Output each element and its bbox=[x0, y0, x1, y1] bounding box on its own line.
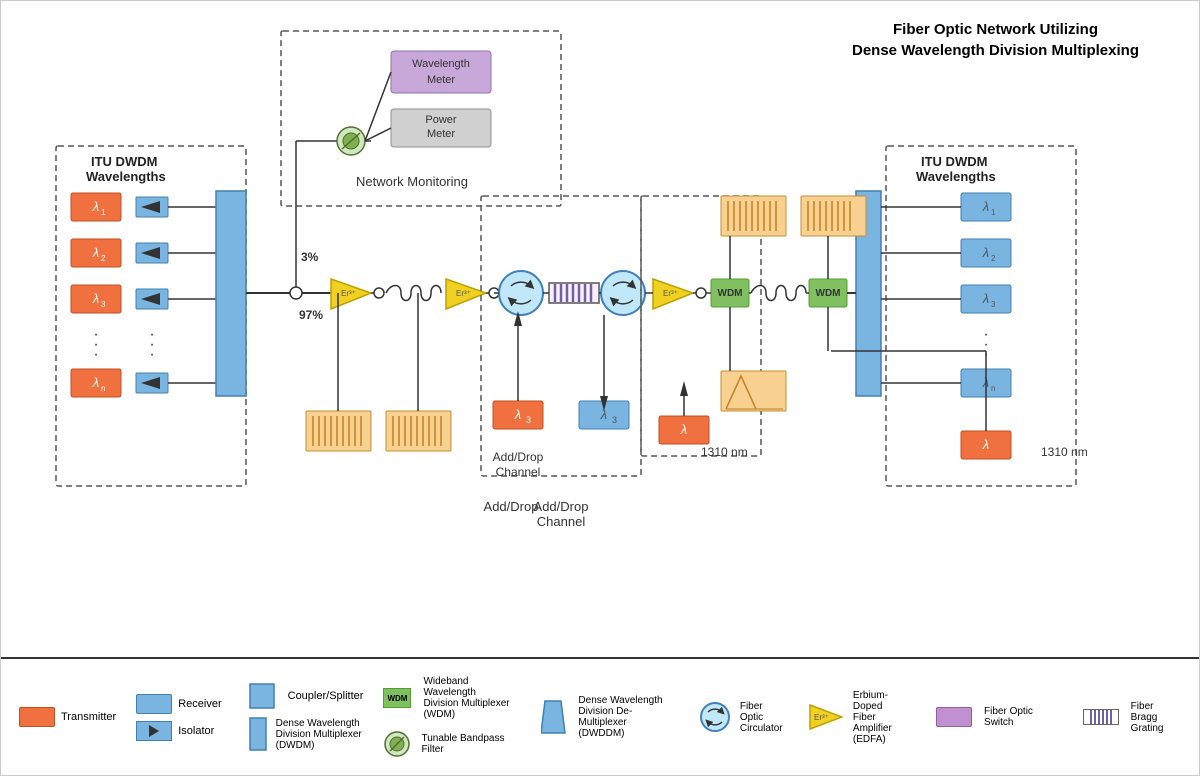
svg-text:1: 1 bbox=[101, 208, 106, 217]
svg-text:Power: Power bbox=[425, 114, 457, 126]
bragg-icon bbox=[1083, 709, 1119, 725]
filter-icon bbox=[383, 730, 411, 758]
svg-text:Meter: Meter bbox=[427, 74, 455, 86]
diagram-svg: ITU DWDM Wavelengths λ 1 λ 2 λ 3 · · · λ… bbox=[1, 1, 1200, 657]
svg-text:λ: λ bbox=[680, 422, 687, 437]
svg-text:Add/Drop: Add/Drop bbox=[534, 499, 589, 514]
legend-dwddm: Dense WavelengthDivision De-Multiplexer(… bbox=[541, 695, 679, 739]
svg-text:Wavelengths: Wavelengths bbox=[86, 169, 166, 184]
svg-text:3: 3 bbox=[991, 300, 996, 309]
svg-text:Er³⁺: Er³⁺ bbox=[341, 289, 356, 298]
svg-text:1310 nm: 1310 nm bbox=[1041, 445, 1088, 459]
legend-bragg: Fiber BraggGrating bbox=[1083, 701, 1181, 734]
legend-circulator: Fiber OpticCirculator bbox=[699, 701, 788, 734]
svg-text:Channel: Channel bbox=[537, 514, 586, 529]
svg-text:λ: λ bbox=[92, 291, 99, 306]
switch-icon bbox=[936, 707, 972, 727]
wdm-icon: WDM bbox=[383, 688, 411, 708]
circulator-icon bbox=[699, 701, 730, 733]
svg-text:λ: λ bbox=[92, 199, 99, 214]
svg-text:Er³⁺: Er³⁺ bbox=[814, 713, 829, 722]
legend-edfa: Er³⁺ Erbium-DopedFiber Amplifier(EDFA) bbox=[808, 690, 916, 745]
svg-text:3: 3 bbox=[612, 415, 617, 425]
svg-text:·: · bbox=[93, 346, 98, 363]
svg-text:n: n bbox=[101, 384, 105, 393]
svg-text:λ: λ bbox=[92, 245, 99, 260]
legend-switch: Fiber Optic Switch bbox=[936, 706, 1063, 728]
legend: Transmitter Receiver Isolator Coupler/Sp… bbox=[1, 657, 1199, 775]
svg-text:Er³⁺: Er³⁺ bbox=[663, 289, 678, 298]
transmitter-icon bbox=[19, 707, 55, 727]
legend-receiver: Receiver Isolator bbox=[136, 694, 221, 741]
legend-coupler-dwdm: Coupler/Splitter Dense WavelengthDivisio… bbox=[242, 682, 364, 752]
legend-wdm-filter: WDM Wideband WavelengthDivision Multiple… bbox=[383, 676, 521, 758]
svg-text:λ: λ bbox=[514, 407, 521, 422]
legend-transmitter: Transmitter bbox=[19, 707, 116, 727]
svg-text:λ: λ bbox=[600, 407, 607, 422]
svg-text:λ: λ bbox=[982, 291, 989, 306]
svg-text:λ: λ bbox=[982, 437, 989, 452]
svg-text:WDM: WDM bbox=[816, 288, 841, 299]
svg-text:3%: 3% bbox=[301, 250, 319, 264]
svg-text:3: 3 bbox=[526, 415, 531, 425]
svg-text:n: n bbox=[991, 384, 995, 393]
dwddm-icon bbox=[541, 699, 568, 735]
svg-text:ITU DWDM: ITU DWDM bbox=[91, 154, 157, 169]
svg-text:2: 2 bbox=[991, 254, 996, 263]
svg-text:Wavelength: Wavelength bbox=[412, 58, 470, 70]
svg-text:Network Monitoring: Network Monitoring bbox=[356, 174, 468, 189]
svg-text:Wavelengths: Wavelengths bbox=[916, 169, 996, 184]
svg-text:2: 2 bbox=[101, 254, 106, 263]
svg-text:Add/Drop: Add/Drop bbox=[493, 450, 544, 464]
svg-text:1310 nm: 1310 nm bbox=[701, 445, 748, 459]
svg-text:λ: λ bbox=[982, 245, 989, 260]
svg-text:Er³⁺: Er³⁺ bbox=[456, 289, 471, 298]
svg-text:ITU DWDM: ITU DWDM bbox=[921, 154, 987, 169]
main-container: Fiber Optic Network Utilizing Dense Wave… bbox=[0, 0, 1200, 776]
svg-text:WDM: WDM bbox=[718, 288, 743, 299]
dwdm-icon bbox=[242, 716, 270, 752]
svg-text:97%: 97% bbox=[299, 308, 323, 322]
svg-text:1: 1 bbox=[991, 208, 996, 217]
svg-text:Add/Drop: Add/Drop bbox=[484, 499, 539, 514]
receiver-icon bbox=[136, 694, 172, 714]
svg-text:Meter: Meter bbox=[427, 128, 455, 140]
svg-text:λ: λ bbox=[92, 375, 99, 390]
svg-text:3: 3 bbox=[101, 300, 106, 309]
switch-label: Fiber Optic Switch bbox=[984, 706, 1063, 728]
svg-text:λ: λ bbox=[982, 199, 989, 214]
edfa-icon: Er³⁺ bbox=[808, 703, 843, 731]
isolator-icon bbox=[136, 721, 172, 741]
coupler-icon bbox=[242, 682, 282, 710]
svg-text:Channel: Channel bbox=[496, 465, 541, 479]
svg-text:·: · bbox=[149, 346, 154, 363]
